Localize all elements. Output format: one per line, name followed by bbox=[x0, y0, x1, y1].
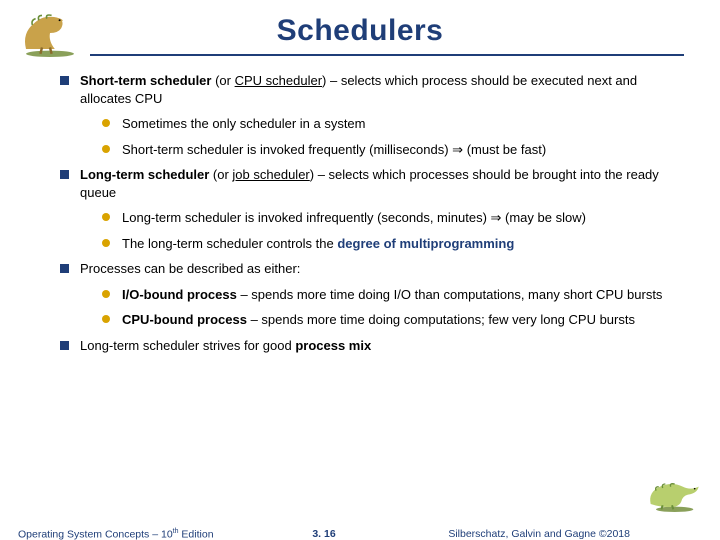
sub-invoked-infrequently: Long-term scheduler is invoked infrequen… bbox=[102, 209, 682, 227]
cpu-scheduler-underline: CPU scheduler bbox=[235, 73, 322, 88]
title-underline bbox=[90, 54, 684, 56]
long-term-lead: Long-term scheduler bbox=[80, 167, 209, 182]
footer-right: Silberschatz, Galvin and Gagne ©2018 bbox=[448, 528, 630, 540]
content-area: Short-term scheduler (or CPU scheduler) … bbox=[60, 72, 682, 363]
text: – spends more time doing computations; f… bbox=[247, 312, 635, 327]
footer-left: Operating System Concepts – 10th Edition bbox=[18, 528, 214, 540]
process-mix-bold: process mix bbox=[295, 338, 371, 353]
text: (or bbox=[211, 73, 234, 88]
sub-degree-multiprogramming: The long-term scheduler controls the deg… bbox=[102, 235, 682, 253]
bullet-process-mix: Long-term scheduler strives for good pro… bbox=[60, 337, 682, 355]
short-term-lead: Short-term scheduler bbox=[80, 73, 211, 88]
io-bound-lead: I/O-bound process bbox=[122, 287, 237, 302]
sub-io-bound: I/O-bound process – spends more time doi… bbox=[102, 286, 682, 304]
title-row: Schedulers bbox=[0, 0, 720, 56]
cpu-bound-lead: CPU-bound process bbox=[122, 312, 247, 327]
degree-of-multiprogramming: degree of multiprogramming bbox=[337, 236, 514, 251]
bullet-long-term: Long-term scheduler (or job scheduler) –… bbox=[60, 166, 682, 252]
text: The long-term scheduler controls the bbox=[122, 236, 337, 251]
bullet-processes-described: Processes can be described as either: I/… bbox=[60, 260, 682, 329]
text: Edition bbox=[179, 529, 214, 540]
sub-cpu-bound: CPU-bound process – spends more time doi… bbox=[102, 311, 682, 329]
text: Operating System Concepts – 10 bbox=[18, 529, 173, 540]
text: Processes can be described as either: bbox=[80, 261, 300, 276]
footer-page-number: 3. 16 bbox=[312, 528, 335, 540]
dinosaur-bottom-icon bbox=[642, 472, 710, 512]
sub-invoked-frequently: Short-term scheduler is invoked frequent… bbox=[102, 141, 682, 159]
slide-title: Schedulers bbox=[0, 14, 720, 48]
text: – spends more time doing I/O than comput… bbox=[237, 287, 663, 302]
bullet-short-term: Short-term scheduler (or CPU scheduler) … bbox=[60, 72, 682, 158]
text: (or bbox=[209, 167, 232, 182]
sub-sometimes-only: Sometimes the only scheduler in a system bbox=[102, 115, 682, 133]
text: Long-term scheduler strives for good bbox=[80, 338, 295, 353]
slide: Schedulers Short-term scheduler (or CPU … bbox=[0, 0, 720, 540]
job-scheduler-underline: job scheduler bbox=[232, 167, 309, 182]
